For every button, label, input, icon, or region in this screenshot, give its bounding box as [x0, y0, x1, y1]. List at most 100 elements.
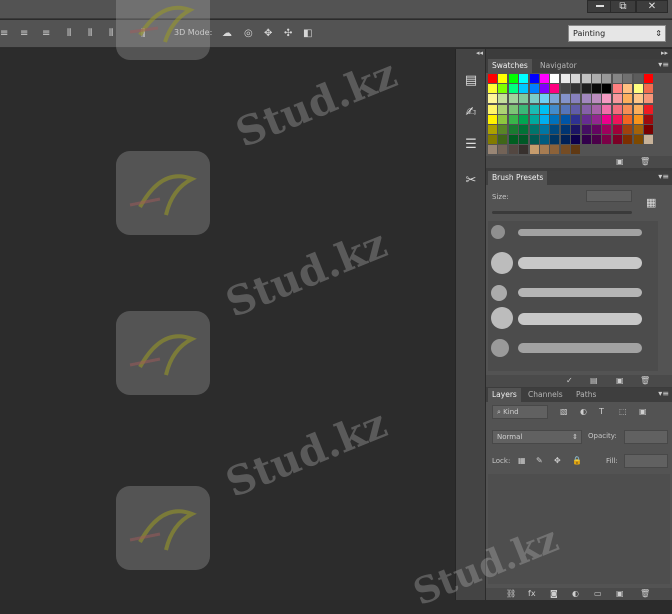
close-button[interactable]: ✕	[636, 0, 668, 13]
swatch[interactable]	[560, 114, 570, 124]
3d-scale-icon[interactable]: ◧	[303, 28, 312, 40]
tool-presets-panel-icon[interactable]: ✍	[459, 101, 483, 125]
swatch[interactable]	[623, 114, 633, 124]
brush-preset-list[interactable]	[488, 221, 658, 371]
swatch[interactable]	[560, 135, 570, 145]
swatch[interactable]	[550, 135, 560, 145]
swatch[interactable]	[519, 135, 529, 145]
restore-button[interactable]: ⧉	[610, 0, 636, 13]
swatch[interactable]	[560, 104, 570, 114]
swatch[interactable]	[612, 104, 622, 114]
tab-swatches[interactable]: Swatches	[488, 59, 532, 73]
swatch[interactable]	[571, 74, 581, 83]
opacity-field[interactable]	[624, 430, 668, 444]
align-left-icon[interactable]: ⫴	[67, 28, 71, 40]
3d-slide-icon[interactable]: ✣	[284, 28, 292, 40]
swatch[interactable]	[529, 145, 539, 155]
collapse-dock-icon[interactable]: ◂◂	[476, 49, 483, 57]
adjustment-filter-icon[interactable]: ◐	[580, 407, 587, 416]
swatch[interactable]	[644, 74, 653, 83]
swatch[interactable]	[488, 74, 497, 83]
swatch[interactable]	[612, 125, 622, 134]
swatch[interactable]	[498, 104, 508, 114]
swatch[interactable]	[612, 135, 622, 145]
swatch[interactable]	[519, 94, 529, 104]
swatch[interactable]	[508, 104, 518, 114]
swatch[interactable]	[498, 94, 508, 104]
swatch[interactable]	[623, 125, 633, 134]
lock-position-icon[interactable]: ✥	[554, 456, 561, 465]
swatch[interactable]	[519, 114, 529, 124]
swatch[interactable]	[602, 125, 612, 134]
blend-mode-dropdown[interactable]: Normal ⇕	[492, 430, 582, 444]
lock-all-icon[interactable]: 🔒	[572, 456, 582, 465]
swatch[interactable]	[519, 145, 529, 155]
new-swatch-icon[interactable]: ▣	[616, 157, 624, 166]
swatch[interactable]	[633, 94, 643, 104]
fill-field[interactable]	[624, 454, 668, 468]
swatch[interactable]	[623, 135, 633, 145]
brush-tip[interactable]	[491, 252, 513, 274]
swatch[interactable]	[488, 125, 497, 134]
panel-menu-icon[interactable]: ▾≡	[658, 60, 669, 69]
swatch[interactable]	[550, 74, 560, 83]
swatch[interactable]	[602, 135, 612, 145]
panel-menu-icon[interactable]: ▾≡	[658, 172, 669, 181]
swatch[interactable]	[644, 114, 653, 124]
swatch[interactable]	[592, 114, 601, 124]
swatch[interactable]	[540, 74, 549, 83]
brush-tip[interactable]	[491, 225, 505, 239]
swatch[interactable]	[581, 94, 591, 104]
align-horizontal-center-icon[interactable]: ⫴	[88, 28, 92, 40]
expand-panels-icon[interactable]: ▸▸	[661, 49, 668, 57]
delete-swatch-icon[interactable]: 🗑	[640, 157, 650, 166]
tab-navigator[interactable]: Navigator	[536, 59, 581, 73]
swatch[interactable]	[571, 104, 581, 114]
3d-pan-icon[interactable]: ✥	[264, 28, 272, 40]
swatch[interactable]	[508, 125, 518, 134]
swatch[interactable]	[508, 74, 518, 83]
new-group-icon[interactable]: ▭	[594, 589, 602, 598]
swatch[interactable]	[529, 104, 539, 114]
toggle-brush-panel-icon[interactable]: ✓	[566, 376, 573, 385]
swatch[interactable]	[508, 84, 518, 94]
swatch[interactable]	[560, 84, 570, 94]
swatch[interactable]	[571, 135, 581, 145]
swatch[interactable]	[498, 135, 508, 145]
lock-image-icon[interactable]: ✎	[536, 456, 543, 465]
brush-panel-toggle-icon[interactable]: ▦	[646, 196, 656, 209]
swatch[interactable]	[581, 135, 591, 145]
swatch[interactable]	[612, 74, 622, 83]
swatch[interactable]	[529, 84, 539, 94]
tab-brush-presets[interactable]: Brush Presets	[488, 171, 548, 185]
swatch[interactable]	[602, 94, 612, 104]
swatch[interactable]	[633, 74, 643, 83]
swatch[interactable]	[519, 104, 529, 114]
swatch[interactable]	[592, 84, 601, 94]
align-vertical-center-icon[interactable]: ≡	[20, 28, 28, 40]
swatch[interactable]	[581, 84, 591, 94]
swatch[interactable]	[644, 94, 653, 104]
swatch[interactable]	[644, 125, 653, 134]
swatch[interactable]	[644, 104, 653, 114]
swatch[interactable]	[550, 84, 560, 94]
swatch[interactable]	[488, 145, 497, 155]
swatch[interactable]	[519, 84, 529, 94]
properties-panel-icon[interactable]: ☰	[459, 133, 483, 157]
adjustment-layer-icon[interactable]: ◐	[572, 589, 579, 598]
swatch[interactable]	[623, 84, 633, 94]
tab-layers[interactable]: Layers	[488, 388, 521, 402]
swatch[interactable]	[612, 84, 622, 94]
brush-view-icon[interactable]: ▤	[590, 376, 598, 385]
swatch[interactable]	[560, 145, 570, 155]
history-panel-icon[interactable]: ▤	[459, 69, 483, 93]
swatch[interactable]	[581, 125, 591, 134]
swatch[interactable]	[560, 125, 570, 134]
swatch[interactable]	[550, 104, 560, 114]
swatch[interactable]	[488, 94, 497, 104]
delete-layer-icon[interactable]: 🗑	[640, 589, 650, 598]
delete-brush-icon[interactable]: 🗑	[640, 376, 650, 385]
swatch[interactable]	[498, 125, 508, 134]
swatch[interactable]	[633, 84, 643, 94]
swatch[interactable]	[540, 104, 549, 114]
